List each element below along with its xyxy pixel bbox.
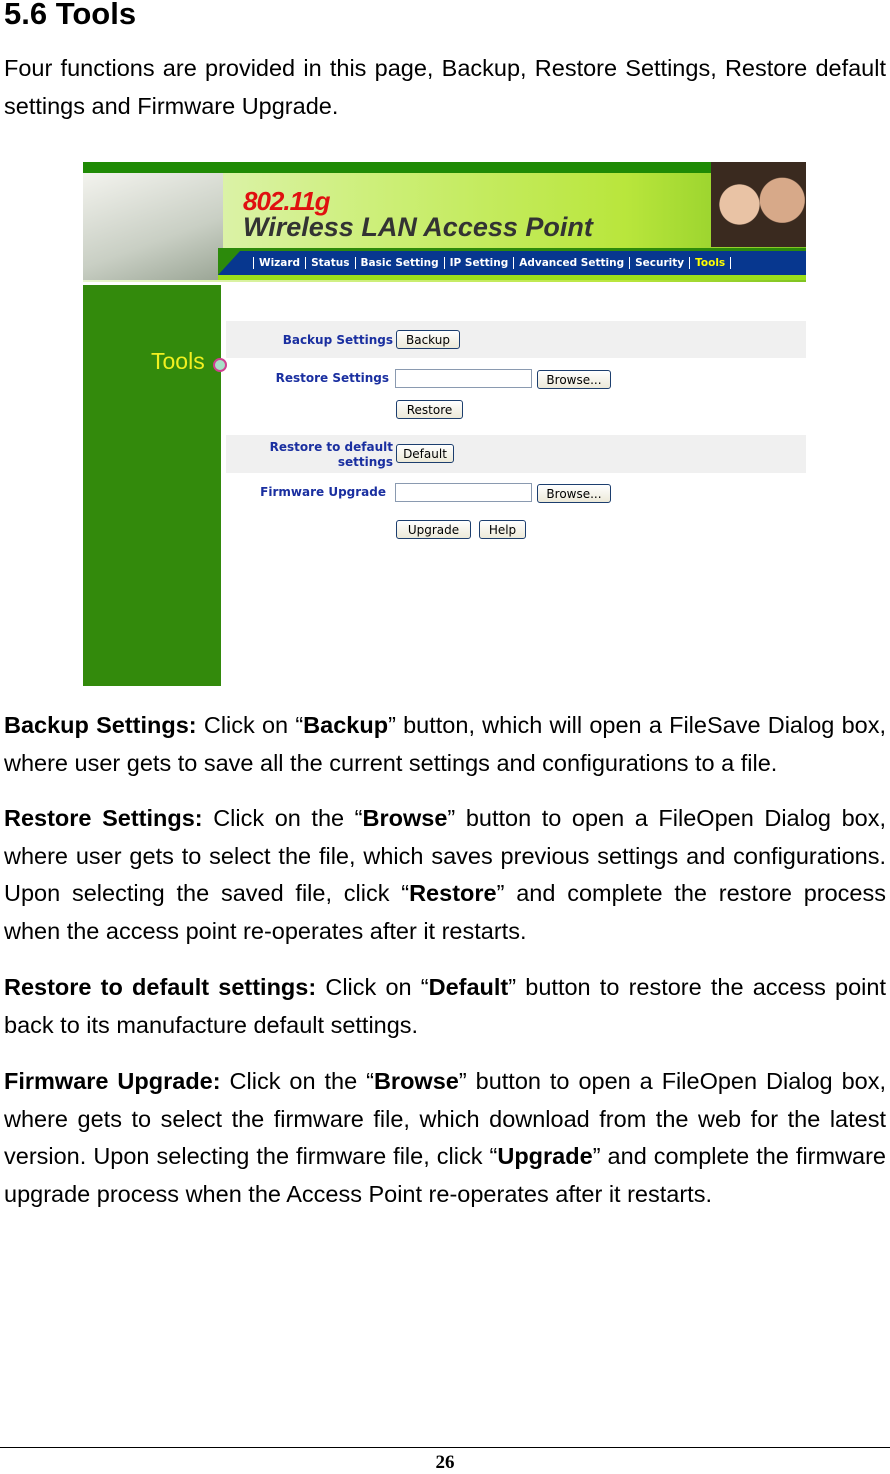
default-label-line2: settings (337, 455, 393, 469)
restore-label: Restore Settings (275, 371, 389, 385)
intro-paragraph: Four functions are provided in this page… (4, 55, 886, 119)
router-tools-screenshot: 802.11g Wireless LAN Access Point Wizard… (83, 162, 806, 686)
term: Upgrade (497, 1143, 593, 1169)
nav-ip-setting[interactable]: IP Setting (443, 257, 514, 269)
term: Restore Settings: (4, 805, 203, 831)
banner-photo-left (83, 173, 223, 280)
term: Backup (303, 712, 389, 738)
banner-photo-right (711, 162, 806, 247)
banner-top-bar (83, 162, 806, 173)
text: Click on “ (316, 974, 429, 1000)
term: Browse (373, 1068, 459, 1094)
restore-browse-button[interactable]: Browse... (537, 370, 611, 389)
brand-product: Wireless LAN Access Point (243, 212, 593, 242)
term: Firmware Upgrade: (4, 1068, 221, 1094)
backup-label: Backup Settings (282, 333, 393, 347)
upgrade-button[interactable]: Upgrade (396, 520, 471, 539)
text: Click on the “ (220, 1068, 374, 1094)
restore-description: Restore Settings: Click on the “Browse” … (4, 800, 886, 950)
bullet-icon (213, 358, 227, 372)
backup-button[interactable]: Backup (396, 330, 460, 349)
section-heading: 5.6 Tools (4, 0, 137, 31)
footer-rule (0, 1447, 890, 1448)
nav-basic-setting[interactable]: Basic Setting (354, 257, 444, 269)
nav-underline (218, 275, 806, 280)
nav-tools[interactable]: Tools (689, 257, 732, 269)
nav-status[interactable]: Status (305, 257, 354, 269)
text: Click on “ (196, 712, 304, 738)
term: Browse (362, 805, 448, 831)
default-button[interactable]: Default (396, 444, 454, 463)
term: Default (428, 974, 509, 1000)
nav-security[interactable]: Security (629, 257, 689, 269)
firmware-label: Firmware Upgrade (260, 485, 386, 499)
restore-button[interactable]: Restore (396, 400, 463, 419)
term: Restore to default settings: (4, 974, 317, 1000)
firmware-file-input[interactable] (395, 483, 532, 502)
page-number: 26 (435, 1452, 455, 1473)
restore-file-input[interactable] (395, 369, 532, 388)
firmware-description: Firmware Upgrade: Click on the “Browse” … (4, 1063, 886, 1213)
text: Click on the “ (202, 805, 363, 831)
default-description: Restore to default settings: Click on “D… (4, 969, 886, 1044)
nav-wizard[interactable]: Wizard (253, 257, 305, 269)
backup-description: Backup Settings: Click on “Backup” butto… (4, 707, 886, 782)
sidebar-title: Tools (151, 348, 205, 374)
firmware-browse-button[interactable]: Browse... (537, 484, 611, 503)
help-button[interactable]: Help (479, 520, 526, 539)
default-label: Restore to default settings (233, 440, 393, 470)
default-label-line1: Restore to default (269, 440, 393, 454)
sidebar (83, 285, 221, 686)
term: Restore (409, 880, 497, 906)
nav-bar: Wizard Status Basic Setting IP Setting A… (218, 251, 806, 275)
term: Backup Settings: (4, 712, 197, 738)
nav-advanced-setting[interactable]: Advanced Setting (513, 257, 629, 269)
